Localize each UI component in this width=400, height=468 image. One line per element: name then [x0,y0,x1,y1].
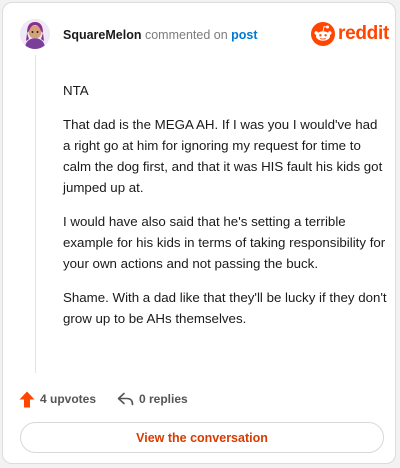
upvote-arrow-icon [19,391,35,407]
avatar[interactable] [20,19,50,49]
reddit-wordmark: reddit [338,23,389,44]
comment-card: SquareMelon commented on post reddit NTA… [2,2,396,464]
comment-paragraph: Shame. With a dad like that they'll be l… [63,290,387,326]
reddit-logo-icon [311,22,335,46]
upvote-count: 4 upvotes [40,392,97,406]
reply-icon [117,392,134,406]
view-conversation-button[interactable]: View the conversation [20,422,384,453]
upvote-button[interactable]: 4 upvotes [19,389,96,409]
comment-paragraph: I would have also said that he's setting… [63,214,386,271]
comment-header: SquareMelon commented on post [63,28,258,42]
username[interactable]: SquareMelon [63,28,142,42]
reddit-brand[interactable]: reddit [311,22,389,46]
action-text: commented on [144,28,228,42]
reply-count: 0 replies [139,392,188,406]
comment-paragraph: That dad is the MEGA AH. If I was you I … [63,117,383,195]
post-link[interactable]: post [231,28,257,42]
thread-line [35,55,36,373]
comment-body: NTA That dad is the MEGA AH. If I was yo… [63,80,388,342]
comment-paragraph: NTA [63,83,89,98]
reply-button[interactable]: 0 replies [117,389,188,409]
